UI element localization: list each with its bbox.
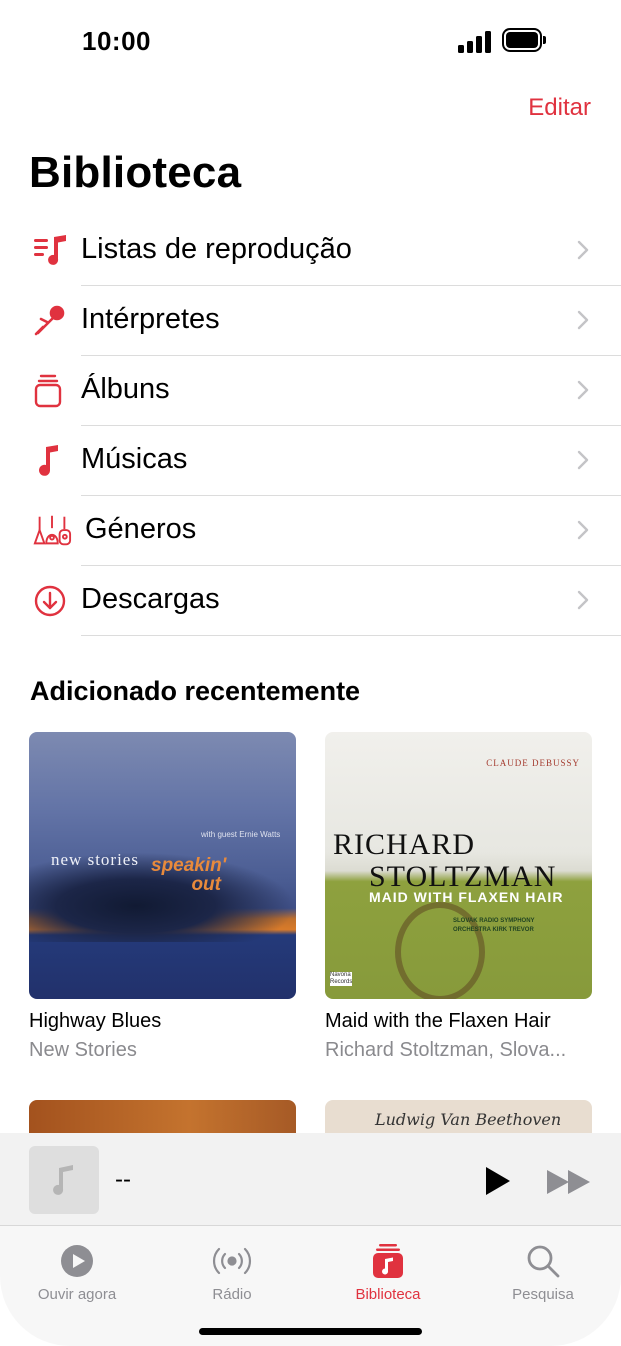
library-item-artists[interactable]: Intérpretes (0, 286, 621, 356)
album-artist: Richard Stoltzman, Slova... (325, 1039, 567, 1061)
edit-button[interactable]: Editar (528, 94, 591, 122)
music-note-icon (53, 1165, 73, 1195)
album-card[interactable]: with guest Ernie Watts new stories speak… (29, 732, 296, 1061)
radio-waves-icon (212, 1247, 252, 1275)
album-artwork: CLAUDE DEBUSSY RICHARD STOLTZMAN MAID WI… (325, 732, 592, 999)
chevron-right-icon (577, 310, 589, 330)
chevron-right-icon (577, 450, 589, 470)
library-item-label: Listas de reprodução (81, 233, 352, 265)
status-time: 10:00 (82, 26, 151, 56)
chevron-right-icon (577, 240, 589, 260)
now-playing-title: -- (115, 1166, 131, 1193)
tab-search[interactable]: Pesquisa (478, 1236, 608, 1306)
library-item-genres[interactable]: Géneros (0, 496, 621, 566)
library-item-songs[interactable]: Músicas (0, 426, 621, 496)
library-item-downloads[interactable]: Descargas (0, 566, 621, 636)
tab-listen-now[interactable]: Ouvir agora (12, 1236, 142, 1306)
library-list: Listas de reprodução Intérpretes Álbuns … (0, 216, 621, 636)
library-item-albums[interactable]: Álbuns (0, 356, 621, 426)
mini-player[interactable]: -- (0, 1133, 621, 1226)
now-playing-artwork (29, 1146, 99, 1214)
chevron-right-icon (577, 520, 589, 540)
music-note-icon (32, 443, 72, 479)
library-item-label: Descargas (81, 583, 220, 615)
play-circle-icon (61, 1245, 93, 1277)
library-item-label: Géneros (85, 513, 197, 545)
music-library-screen: 10:00 Editar Biblioteca Listas de reprod… (0, 0, 621, 1346)
tab-library[interactable]: Biblioteca (323, 1236, 453, 1306)
album-stack-icon (32, 373, 72, 409)
library-item-label: Intérpretes (81, 303, 220, 335)
tab-radio[interactable]: Rádio (167, 1236, 297, 1306)
library-item-playlists[interactable]: Listas de reprodução (0, 216, 621, 286)
play-icon[interactable] (486, 1167, 510, 1195)
download-icon (32, 583, 72, 619)
album-title: Maid with the Flaxen Hair (325, 1010, 551, 1032)
chevron-right-icon (577, 380, 589, 400)
page-title: Biblioteca (29, 148, 242, 197)
album-title: Highway Blues (29, 1010, 162, 1032)
section-title-recently-added: Adicionado recentemente (30, 676, 361, 706)
microphone-icon (32, 303, 72, 339)
album-artwork: with guest Ernie Watts new stories speak… (29, 732, 296, 999)
album-card[interactable]: CLAUDE DEBUSSY RICHARD STOLTZMAN MAID WI… (325, 732, 592, 1061)
battery-icon (502, 28, 546, 52)
library-icon (373, 1244, 403, 1278)
chevron-right-icon (577, 590, 589, 610)
album-artist: New Stories (29, 1039, 137, 1061)
playlist-icon (32, 233, 72, 269)
library-item-label: Músicas (81, 443, 188, 475)
home-indicator[interactable] (199, 1328, 422, 1335)
genres-icon (32, 513, 72, 549)
status-bar: 10:00 (0, 0, 621, 80)
search-icon (527, 1245, 560, 1278)
library-item-label: Álbuns (81, 373, 170, 405)
cellular-signal-icon (458, 31, 492, 53)
fast-forward-icon[interactable] (547, 1170, 591, 1194)
